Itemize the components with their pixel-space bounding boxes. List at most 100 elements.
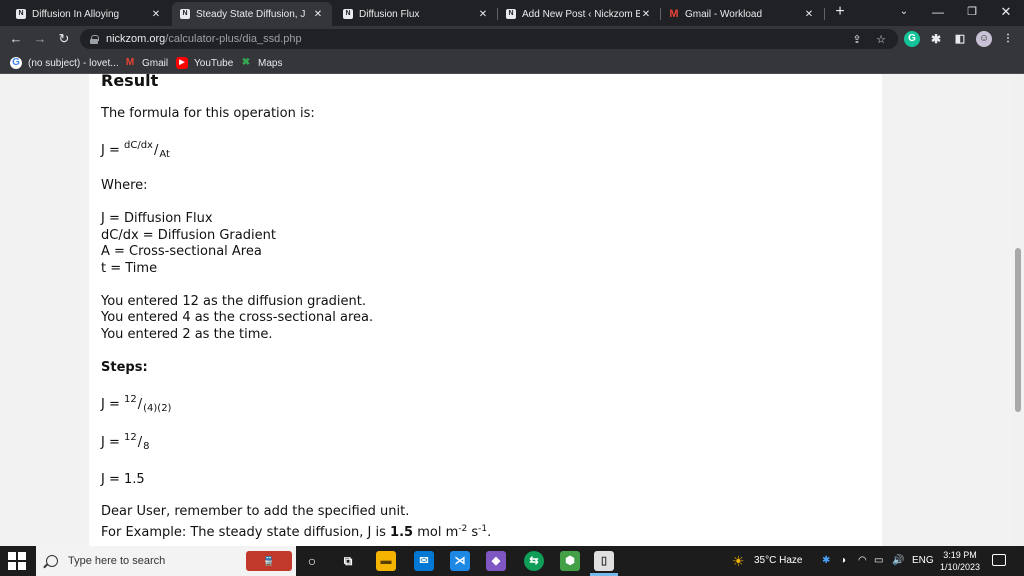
bookmark-no-subject[interactable]: G (no subject) - lovet... [10,55,119,71]
weather-text[interactable]: 35°C Haze [754,546,802,576]
onedrive-icon[interactable]: ◑ [840,546,846,576]
restore-button[interactable]: ❐ [958,3,986,21]
result-heading: Result [101,74,159,90]
tab-title: Diffusion In Alloying [32,8,120,20]
steps-label: Steps: [101,360,148,375]
windows-taskbar: Type here to search 🚆 ○ ⧉ ▬ ✉ ⋊ ◆ ⇆ ⬢ ▯ … [0,546,1024,576]
bookmark-gmail[interactable]: M Gmail [124,55,168,71]
search-icon [46,555,58,567]
tab-search-icon[interactable]: ⌄ [890,3,918,21]
input-line: You entered 12 as the diffusion gradient… [101,294,366,309]
tab-add-new-post[interactable]: N Add New Post ‹ Nickzom Blo ✕ [498,2,660,26]
reload-icon[interactable]: ↻ [56,31,72,47]
google-icon: G [10,57,22,69]
tab-separator [824,8,825,20]
vscode-icon[interactable]: ⋊ [450,551,470,571]
result-content: Result The formula for this operation is… [89,74,882,546]
step-denominator: 8 [143,441,150,452]
lock-icon[interactable] [90,34,99,44]
weather-icon[interactable]: ☀ [732,546,745,576]
bookmark-label: (no subject) - lovet... [28,57,119,69]
task-view-icon[interactable]: ⧉ [338,551,358,571]
reminder-text: Dear User, remember to add the specified… [101,504,410,519]
step-numerator: 12 [124,432,137,443]
file-explorer-icon[interactable]: ▬ [376,551,396,571]
definition-line: t = Time [101,261,158,276]
close-icon[interactable]: ✕ [150,9,162,20]
close-icon[interactable]: ✕ [640,9,652,20]
step-numerator: 12 [124,394,137,405]
url-path: /calculator-plus/dia_ssd.php [165,33,302,45]
formula-expression: J = dC/dx/At [101,140,170,160]
volume-icon[interactable]: 🔊 [892,546,904,576]
close-icon[interactable]: ✕ [803,9,815,20]
input-line: You entered 4 as the cross-sectional are… [101,310,374,325]
wifi-icon[interactable]: ◠ [858,546,867,576]
nickzom-icon: N [16,9,26,19]
grammarly-icon[interactable]: G [904,31,920,47]
forward-icon[interactable]: → [32,31,48,47]
teamviewer-icon[interactable]: ⇆ [524,551,544,571]
window-close-button[interactable]: ✕ [992,3,1020,21]
bookmark-star-icon[interactable]: ☆ [874,33,888,47]
tab-diffusion-flux[interactable]: N Diffusion Flux ✕ [335,2,497,26]
clock-time: 3:19 PM [943,550,977,560]
extensions-puzzle-icon[interactable]: ✱ [928,31,944,47]
browser-window: N Diffusion In Alloying ✕ N Steady State… [0,0,1024,576]
bluetooth-icon[interactable]: ✱ [822,546,830,576]
tab-title: Diffusion Flux [359,8,420,20]
menu-dots-icon[interactable]: ⋮ [1000,31,1016,47]
formula-lhs: J = [101,143,120,158]
bookmark-maps[interactable]: ✖ Maps [240,55,283,71]
scrollbar-thumb[interactable] [1015,248,1021,412]
minimize-button[interactable]: — [924,3,952,21]
nickzom-icon: N [180,9,190,19]
definition-line: dC/dx = Diffusion Gradient [101,228,276,243]
clock-date: 1/10/2023 [939,562,981,572]
notification-center-icon[interactable] [992,554,1006,566]
page-viewport: Result The formula for this operation is… [0,74,1012,546]
tab-diffusion-in-alloying[interactable]: N Diffusion In Alloying ✕ [8,2,170,26]
language-indicator[interactable]: ENG [912,546,934,576]
profile-avatar[interactable]: ☺ [976,31,992,47]
url-host: nickzom.org [106,33,166,45]
example-unit-m: mol m [417,525,459,540]
train-widget-icon[interactable]: 🚆 [246,551,292,571]
formula-intro: The formula for this operation is: [101,106,315,121]
search-placeholder: Type here to search [68,555,166,567]
new-tab-button[interactable]: + [832,4,848,20]
definition-line: J = Diffusion Flux [101,211,213,226]
store-icon[interactable]: ◆ [486,551,506,571]
where-label: Where: [101,178,148,193]
tab-title: Gmail - Workload [685,8,763,20]
bookmark-label: Maps [258,57,283,69]
step-lhs: J = [101,435,120,450]
tab-gmail-workload[interactable]: M Gmail - Workload ✕ [661,2,823,26]
app-hexagon-icon[interactable]: ⬢ [560,551,580,571]
definition-line: A = Cross-sectional Area [101,244,262,259]
example-value: 1.5 [390,525,414,540]
tab-steady-state-diffusion[interactable]: N Steady State Diffusion, J ✕ [172,2,332,26]
windows-start-icon[interactable] [8,552,26,570]
address-bar[interactable]: nickzom.org/calculator-plus/dia_ssd.php … [80,29,898,49]
close-icon[interactable]: ✕ [312,9,324,20]
example-suffix: . [487,525,492,540]
gmail-icon: M [125,57,135,68]
input-line: You entered 2 as the time. [101,327,273,342]
close-icon[interactable]: ✕ [477,9,489,20]
nickzom-icon: N [343,9,353,19]
share-icon[interactable]: ⇪ [850,33,864,47]
page-scrollbar[interactable] [1012,74,1024,546]
cortana-icon[interactable]: ○ [302,551,322,571]
bookmark-youtube[interactable]: ▶ YouTube [176,55,233,71]
back-icon[interactable]: ← [8,31,24,47]
notepad-icon[interactable]: ▯ [594,551,614,571]
tab-title: Steady State Diffusion, J [196,8,306,20]
battery-icon[interactable]: ▭ [874,546,883,576]
example-prefix: For Example: The steady state diffusion,… [101,525,386,540]
gmail-icon: M [669,8,679,20]
system-clock[interactable]: 3:19 PM 1/10/2023 [936,549,984,573]
mail-icon[interactable]: ✉ [414,551,434,571]
side-panel-icon[interactable]: ◧ [952,31,968,47]
example-text: For Example: The steady state diffusion,… [101,524,491,540]
